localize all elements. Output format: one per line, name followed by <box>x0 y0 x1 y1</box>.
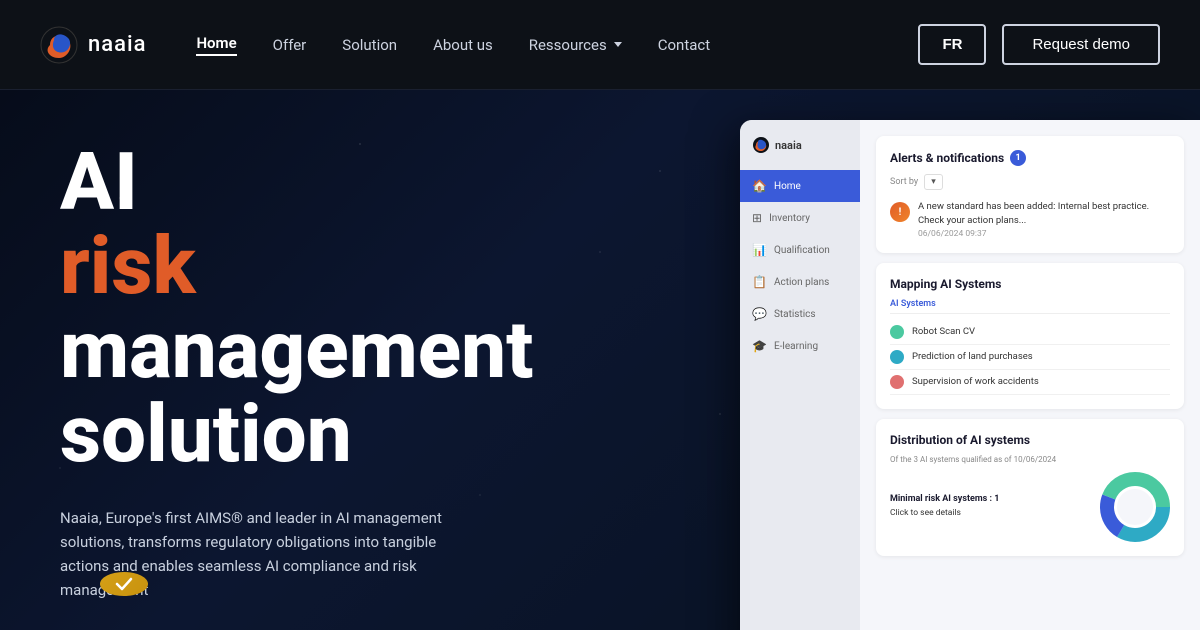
alert-date: 06/06/2024 09:37 <box>918 229 1170 239</box>
alert-text: A new standard has been added: Internal … <box>918 200 1170 229</box>
app-panel: naaia 🏠 Home ⊞ Inventory 📊 Qualification <box>740 120 1200 630</box>
demo-button[interactable]: Request demo <box>1002 24 1160 65</box>
hero-content: AI risk management solution Naaia, Europ… <box>0 90 720 630</box>
hero-badge <box>100 572 148 596</box>
alert-dot-icon <box>890 202 910 222</box>
app-sidebar: naaia 🏠 Home ⊞ Inventory 📊 Qualification <box>740 120 860 630</box>
alerts-card: Alerts & notifications 1 Sort by ▾ A new… <box>876 136 1184 253</box>
green-dot-icon <box>890 325 904 339</box>
distribution-title: Distribution of AI systems <box>890 433 1170 447</box>
mapping-row-3: Supervision of work accidents <box>890 370 1170 395</box>
hero-section: AI risk management solution Naaia, Europ… <box>0 90 1200 630</box>
donut-chart <box>1100 472 1170 542</box>
sidebar-item-qualification[interactable]: 📊 Qualification <box>740 234 860 266</box>
nav-actions: FR Request demo <box>918 24 1160 65</box>
sidebar-item-qualification-label: Qualification <box>774 245 830 256</box>
logo-icon <box>40 26 78 64</box>
inventory-icon: ⊞ <box>752 211 762 225</box>
app-logo-row: naaia <box>740 136 860 170</box>
hero-headline: AI risk management solution <box>60 140 680 476</box>
mapping-row-1: Robot Scan CV <box>890 320 1170 345</box>
app-preview-panel: naaia 🏠 Home ⊞ Inventory 📊 Qualification <box>720 90 1200 630</box>
hero-line1: AI <box>60 140 680 224</box>
mapping-label-2: Prediction of land purchases <box>912 351 1033 362</box>
sort-row: Sort by ▾ <box>890 174 1170 190</box>
home-icon: 🏠 <box>752 179 767 193</box>
alert-badge: 1 <box>1010 150 1026 166</box>
sidebar-item-statistics-label: Statistics <box>774 309 816 320</box>
nav-contact[interactable]: Contact <box>658 36 710 54</box>
nav-links: Home Offer Solution About us Ressources … <box>196 34 918 56</box>
elearning-icon: 🎓 <box>752 339 767 353</box>
distribution-card: Distribution of AI systems Of the 3 AI s… <box>876 419 1184 556</box>
chevron-down-icon <box>614 42 622 47</box>
app-main: Alerts & notifications 1 Sort by ▾ A new… <box>860 120 1200 630</box>
sidebar-item-home[interactable]: 🏠 Home <box>740 170 860 202</box>
app-inner: naaia 🏠 Home ⊞ Inventory 📊 Qualification <box>740 120 1200 630</box>
distribution-subtitle: Of the 3 AI systems qualified as of 10/0… <box>890 455 1170 464</box>
alert-item: A new standard has been added: Internal … <box>890 200 1170 239</box>
mapping-label-1: Robot Scan CV <box>912 326 975 337</box>
action-plans-icon: 📋 <box>752 275 767 289</box>
logo-text: naaia <box>88 32 146 57</box>
teal-dot-icon <box>890 350 904 364</box>
nav-about[interactable]: About us <box>433 36 493 54</box>
sidebar-item-inventory-label: Inventory <box>769 213 810 224</box>
mapping-card: Mapping AI Systems AI Systems Robot Scan… <box>876 263 1184 409</box>
hero-line3: management <box>60 308 680 392</box>
sidebar-item-elearning[interactable]: 🎓 E-learning <box>740 330 860 362</box>
sidebar-item-statistics[interactable]: 💬 Statistics <box>740 298 860 330</box>
sidebar-item-inventory[interactable]: ⊞ Inventory <box>740 202 860 234</box>
alerts-title: Alerts & notifications 1 <box>890 150 1170 166</box>
sidebar-item-action-plans[interactable]: 📋 Action plans <box>740 266 860 298</box>
distribution-content: Minimal risk AI systems : 1 Click to see… <box>890 472 1170 542</box>
mapping-label-3: Supervision of work accidents <box>912 376 1039 387</box>
mapping-header: AI Systems <box>890 299 1170 314</box>
app-logo-text: naaia <box>775 139 802 152</box>
distribution-info: Minimal risk AI systems : 1 Click to see… <box>890 492 1090 520</box>
sidebar-item-elearning-label: E-learning <box>774 341 818 352</box>
qualification-icon: 📊 <box>752 243 767 257</box>
navbar: naaia Home Offer Solution About us Resso… <box>0 0 1200 90</box>
hero-line4: solution <box>60 392 680 476</box>
nav-offer[interactable]: Offer <box>273 36 307 54</box>
nav-resources[interactable]: Ressources <box>529 36 622 54</box>
hero-line2: risk <box>60 224 680 308</box>
red-dot-icon <box>890 375 904 389</box>
statistics-icon: 💬 <box>752 307 767 321</box>
lang-button[interactable]: FR <box>918 24 986 65</box>
nav-solution[interactable]: Solution <box>342 36 397 54</box>
app-logo-icon <box>752 136 770 154</box>
sidebar-item-action-plans-label: Action plans <box>774 277 829 288</box>
mapping-row-2: Prediction of land purchases <box>890 345 1170 370</box>
check-icon <box>112 572 136 596</box>
mapping-title: Mapping AI Systems <box>890 277 1170 291</box>
logo[interactable]: naaia <box>40 26 146 64</box>
sidebar-item-home-label: Home <box>774 181 801 192</box>
nav-home[interactable]: Home <box>196 34 236 56</box>
